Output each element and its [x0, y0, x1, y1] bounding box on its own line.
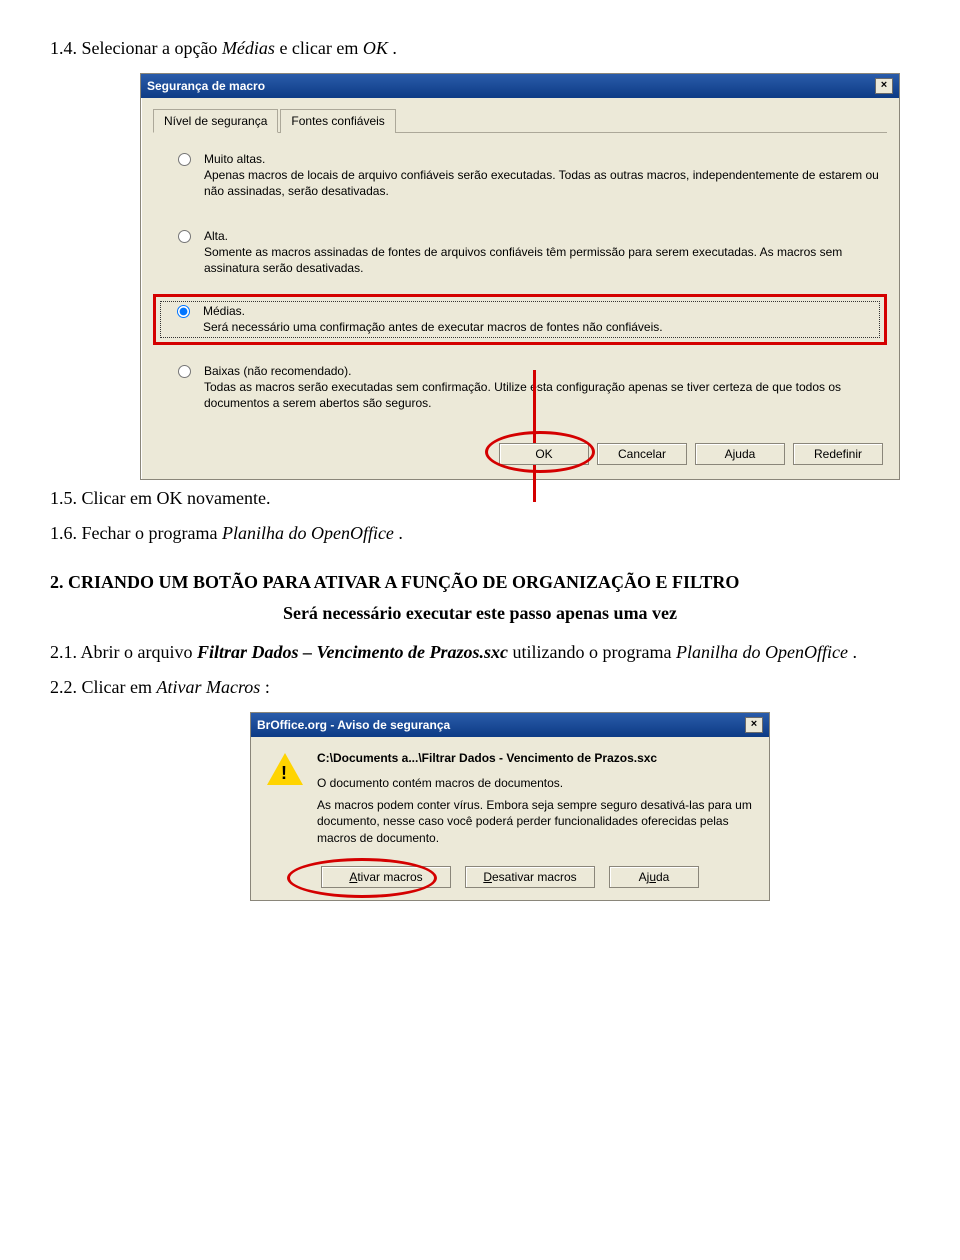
tab-security-level[interactable]: Nível de segurança	[153, 109, 278, 133]
step-text: utilizando o programa	[513, 642, 676, 662]
close-icon[interactable]: ×	[875, 78, 893, 94]
step-text: Abrir o arquivo	[81, 642, 197, 662]
button-row: Ativar macros Desativar macros Ajuda	[267, 866, 753, 888]
option-title: Baixas (não recomendado).	[204, 363, 879, 379]
option-desc: Todas as macros serão executadas sem con…	[204, 380, 841, 410]
cancel-button[interactable]: Cancelar	[597, 443, 687, 465]
ok-button[interactable]: OK	[499, 443, 589, 465]
step-num: 1.4.	[50, 38, 82, 58]
step-num: 1.5.	[50, 488, 82, 508]
mnemonic: u	[649, 870, 656, 884]
option-very-high[interactable]: Muito altas. Apenas macros de locais de …	[153, 141, 887, 210]
option-desc: Apenas macros de locais de arquivo confi…	[204, 168, 879, 198]
warning-text: C:\Documents a...\Filtrar Dados - Vencim…	[317, 751, 753, 852]
warning-para-1: O documento contém macros de documentos.	[317, 775, 753, 791]
option-text: Muito altas. Apenas macros de locais de …	[204, 151, 879, 200]
step-text: Fechar o programa	[82, 523, 222, 543]
step-text: .	[398, 523, 403, 543]
dialog-body: Nível de segurança Fontes confiáveis Mui…	[141, 98, 899, 479]
step-1-4: 1.4. Selecionar a opção Médias e clicar …	[50, 38, 910, 59]
step-1-6: 1.6. Fechar o programa Planilha do OpenO…	[50, 523, 910, 544]
dialog-body: C:\Documents a...\Filtrar Dados - Vencim…	[251, 737, 769, 900]
file-path: C:\Documents a...\Filtrar Dados - Vencim…	[317, 751, 753, 765]
step-text: e clicar em	[279, 38, 362, 58]
radio-very-high[interactable]	[178, 153, 191, 166]
mnemonic: D	[483, 870, 492, 884]
option-desc: Somente as macros assinadas de fontes de…	[204, 245, 842, 275]
option-low[interactable]: Baixas (não recomendado). Todas as macro…	[153, 353, 887, 422]
step-italic: Planilha do OpenOffice	[222, 523, 394, 543]
step-2-1: 2.1. Abrir o arquivo Filtrar Dados – Ven…	[50, 642, 910, 663]
step-text: .	[852, 642, 857, 662]
titlebar: Segurança de macro ×	[141, 74, 899, 98]
option-desc: Será necessário uma confirmação antes de…	[203, 320, 663, 334]
step-text: Clicar em	[82, 677, 157, 697]
macro-security-dialog: Segurança de macro × Nível de segurança …	[140, 73, 900, 480]
close-icon[interactable]: ×	[745, 717, 763, 733]
help-button[interactable]: Ajuda	[695, 443, 785, 465]
help-button[interactable]: Ajuda	[609, 866, 699, 888]
radio-high[interactable]	[178, 230, 191, 243]
option-text: Baixas (não recomendado). Todas as macro…	[204, 363, 879, 412]
option-text: Médias. Será necessário uma confirmação …	[203, 303, 876, 335]
disable-macros-button[interactable]: Desativar macros	[465, 866, 595, 888]
step-text: Clicar em OK novamente.	[82, 488, 271, 508]
option-title: Médias.	[203, 303, 876, 319]
option-text: Alta. Somente as macros assinadas de fon…	[204, 228, 879, 277]
tab-trusted-sources[interactable]: Fontes confiáveis	[280, 109, 395, 133]
dialog-title: BrOffice.org - Aviso de segurança	[257, 718, 450, 732]
option-high[interactable]: Alta. Somente as macros assinadas de fon…	[153, 218, 887, 287]
radio-medium[interactable]	[177, 305, 190, 318]
button-row: OK Cancelar Ajuda Redefinir	[153, 429, 887, 465]
titlebar: BrOffice.org - Aviso de segurança ×	[251, 713, 769, 737]
step-italic: Filtrar Dados – Vencimento de Prazos.sxc	[197, 642, 508, 662]
step-num: 1.6.	[50, 523, 82, 543]
reset-button[interactable]: Redefinir	[793, 443, 883, 465]
btn-rest: esativar macros	[492, 870, 577, 884]
warning-row: C:\Documents a...\Filtrar Dados - Vencim…	[267, 751, 753, 852]
section-2-title: 2. CRIANDO UM BOTÃO PARA ATIVAR A FUNÇÃO…	[50, 572, 910, 593]
dialog-title: Segurança de macro	[147, 79, 265, 93]
section-2-subtitle: Será necessário executar este passo apen…	[50, 603, 910, 624]
option-medium[interactable]: Médias. Será necessário uma confirmação …	[153, 294, 887, 344]
warning-para-2: As macros podem conter vírus. Embora sej…	[317, 797, 753, 846]
enable-macros-button[interactable]: Ativar macros	[321, 866, 451, 888]
step-1-5: 1.5. Clicar em OK novamente.	[50, 488, 910, 509]
radio-low[interactable]	[178, 365, 191, 378]
step-text: Selecionar a opção	[82, 38, 222, 58]
step-italic: Planilha do OpenOffice	[676, 642, 848, 662]
step-italic: Ativar Macros	[156, 677, 260, 697]
step-text: :	[265, 677, 270, 697]
btn-rest: tivar macros	[357, 870, 422, 884]
warning-icon	[267, 753, 303, 785]
step-italic: OK	[363, 38, 388, 58]
security-warning-dialog: BrOffice.org - Aviso de segurança × C:\D…	[250, 712, 770, 901]
step-num: 2.2.	[50, 677, 82, 697]
step-num: 2.1.	[50, 642, 81, 662]
step-2-2: 2.2. Clicar em Ativar Macros :	[50, 677, 910, 698]
step-italic: Médias	[222, 38, 275, 58]
option-title: Muito altas.	[204, 151, 879, 167]
step-text: .	[392, 38, 397, 58]
tabstrip: Nível de segurança Fontes confiáveis	[153, 108, 887, 133]
option-title: Alta.	[204, 228, 879, 244]
